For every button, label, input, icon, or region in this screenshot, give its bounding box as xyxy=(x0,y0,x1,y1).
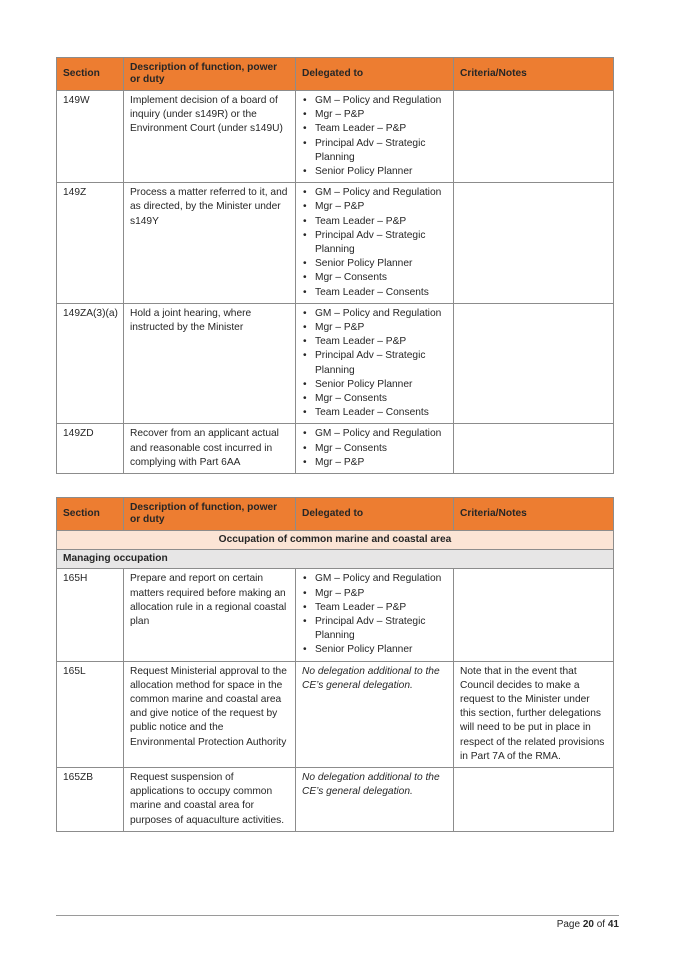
description-cell: Request suspension of applications to oc… xyxy=(123,767,296,832)
delegated-cell: GM – Policy and Regulation Mgr – P&P Tea… xyxy=(295,302,454,425)
delegate-list: GM – Policy and Regulation Mgr – Consent… xyxy=(302,427,448,470)
delegate-item: GM – Policy and Regulation xyxy=(302,186,448,200)
section-banner: Occupation of common marine and coastal … xyxy=(56,529,614,551)
delegate-item: Mgr – P&P xyxy=(302,321,448,335)
delegate-list: GM – Policy and Regulation Mgr – P&P Tea… xyxy=(302,94,448,179)
table-row: 149Z Process a matter referred to it, an… xyxy=(56,182,614,304)
delegated-cell: No delegation additional to the CE’s gen… xyxy=(295,767,454,832)
table-row: 165L Request Ministerial approval to the… xyxy=(56,660,614,769)
subheading: Managing occupation xyxy=(56,549,614,570)
delegate-item: Mgr – P&P xyxy=(302,108,448,122)
section-cell: 149W xyxy=(56,89,124,184)
delegate-item: Senior Policy Planner xyxy=(302,643,448,657)
table-row: 149W Implement decision of a board of in… xyxy=(56,89,614,184)
header-delegated-to: Delegated to xyxy=(295,497,454,531)
table-header-row: Section Description of function, power o… xyxy=(56,57,614,91)
notes-cell xyxy=(453,423,614,475)
delegated-cell: GM – Policy and Regulation Mgr – P&P Tea… xyxy=(295,182,454,304)
delegate-item: GM – Policy and Regulation xyxy=(302,427,448,441)
description-cell: Hold a joint hearing, where instructed b… xyxy=(123,302,296,425)
notes-cell xyxy=(453,568,614,662)
table-row: 165ZB Request suspension of applications… xyxy=(56,767,614,832)
delegate-item: Principal Adv – Strategic Planning xyxy=(302,349,448,377)
table-row: 149ZA(3)(a) Hold a joint hearing, where … xyxy=(56,302,614,425)
delegate-item: Mgr – Consents xyxy=(302,442,448,456)
table-row: 149ZD Recover from an applicant actual a… xyxy=(56,423,614,475)
delegate-item: Senior Policy Planner xyxy=(302,257,448,271)
delegate-item: Senior Policy Planner xyxy=(302,378,448,392)
delegate-item: Team Leader – P&P xyxy=(302,601,448,615)
footer-divider xyxy=(56,915,619,916)
delegate-item: Senior Policy Planner xyxy=(302,165,448,179)
header-description: Description of function, power or duty xyxy=(123,497,296,531)
page-current: 20 xyxy=(582,919,594,930)
page-label: Page xyxy=(556,919,581,930)
delegate-item: GM – Policy and Regulation xyxy=(302,94,448,108)
delegate-item: GM – Policy and Regulation xyxy=(302,307,448,321)
table-row: 165H Prepare and report on certain matte… xyxy=(56,568,614,662)
description-cell: Implement decision of a board of inquiry… xyxy=(123,89,296,184)
header-criteria-notes: Criteria/Notes xyxy=(453,57,614,91)
table-header-row: Section Description of function, power o… xyxy=(56,497,614,531)
description-cell: Recover from an applicant actual and rea… xyxy=(123,423,296,475)
section-cell: 149Z xyxy=(56,182,124,304)
description-cell: Prepare and report on certain matters re… xyxy=(123,568,296,662)
notes-cell xyxy=(453,89,614,184)
delegate-item: Mgr – Consents xyxy=(302,271,448,285)
section-cell: 149ZA(3)(a) xyxy=(56,302,124,425)
delegate-list: GM – Policy and Regulation Mgr – P&P Tea… xyxy=(302,186,448,300)
header-delegated-to: Delegated to xyxy=(295,57,454,91)
delegate-item: GM – Policy and Regulation xyxy=(302,572,448,586)
delegate-item: Team Leader – Consents xyxy=(302,286,448,300)
section-cell: 165L xyxy=(56,660,124,769)
header-section: Section xyxy=(56,497,124,531)
section-cell: 165ZB xyxy=(56,767,124,832)
notes-cell: Note that in the event that Council deci… xyxy=(453,660,614,769)
delegate-item: Mgr – P&P xyxy=(302,456,448,470)
delegated-cell: GM – Policy and Regulation Mgr – P&P Tea… xyxy=(295,568,454,662)
delegate-item: Principal Adv – Strategic Planning xyxy=(302,615,448,643)
header-criteria-notes: Criteria/Notes xyxy=(453,497,614,531)
delegate-item: Team Leader – P&P xyxy=(302,122,448,136)
description-cell: Request Ministerial approval to the allo… xyxy=(123,660,296,769)
delegate-item: Principal Adv – Strategic Planning xyxy=(302,137,448,165)
header-description: Description of function, power or duty xyxy=(123,57,296,91)
delegate-list: GM – Policy and Regulation Mgr – P&P Tea… xyxy=(302,572,448,657)
page-total: 41 xyxy=(607,919,619,930)
delegate-item: Mgr – Consents xyxy=(302,392,448,406)
delegate-item: Principal Adv – Strategic Planning xyxy=(302,229,448,257)
delegate-item: Team Leader – P&P xyxy=(302,215,448,229)
subheading-row: Managing occupation xyxy=(56,549,614,570)
notes-cell xyxy=(453,767,614,832)
delegate-list: GM – Policy and Regulation Mgr – P&P Tea… xyxy=(302,307,448,421)
delegations-table-2: Section Description of function, power o… xyxy=(56,497,614,832)
delegations-table-1: Section Description of function, power o… xyxy=(56,57,614,475)
section-banner-row: Occupation of common marine and coastal … xyxy=(56,529,614,551)
delegate-item: Team Leader – Consents xyxy=(302,406,448,420)
page-of: of xyxy=(596,919,606,930)
delegated-cell: No delegation additional to the CE’s gen… xyxy=(295,660,454,769)
header-section: Section xyxy=(56,57,124,91)
delegated-cell: GM – Policy and Regulation Mgr – Consent… xyxy=(295,423,454,475)
notes-cell xyxy=(453,182,614,304)
description-cell: Process a matter referred to it, and as … xyxy=(123,182,296,304)
delegate-item: Team Leader – P&P xyxy=(302,335,448,349)
delegate-item: Mgr – P&P xyxy=(302,587,448,601)
section-cell: 149ZD xyxy=(56,423,124,475)
page-number: Page 20 of 41 xyxy=(557,919,619,930)
delegate-item: Mgr – P&P xyxy=(302,200,448,214)
delegated-cell: GM – Policy and Regulation Mgr – P&P Tea… xyxy=(295,89,454,184)
notes-cell xyxy=(453,302,614,425)
section-cell: 165H xyxy=(56,568,124,662)
